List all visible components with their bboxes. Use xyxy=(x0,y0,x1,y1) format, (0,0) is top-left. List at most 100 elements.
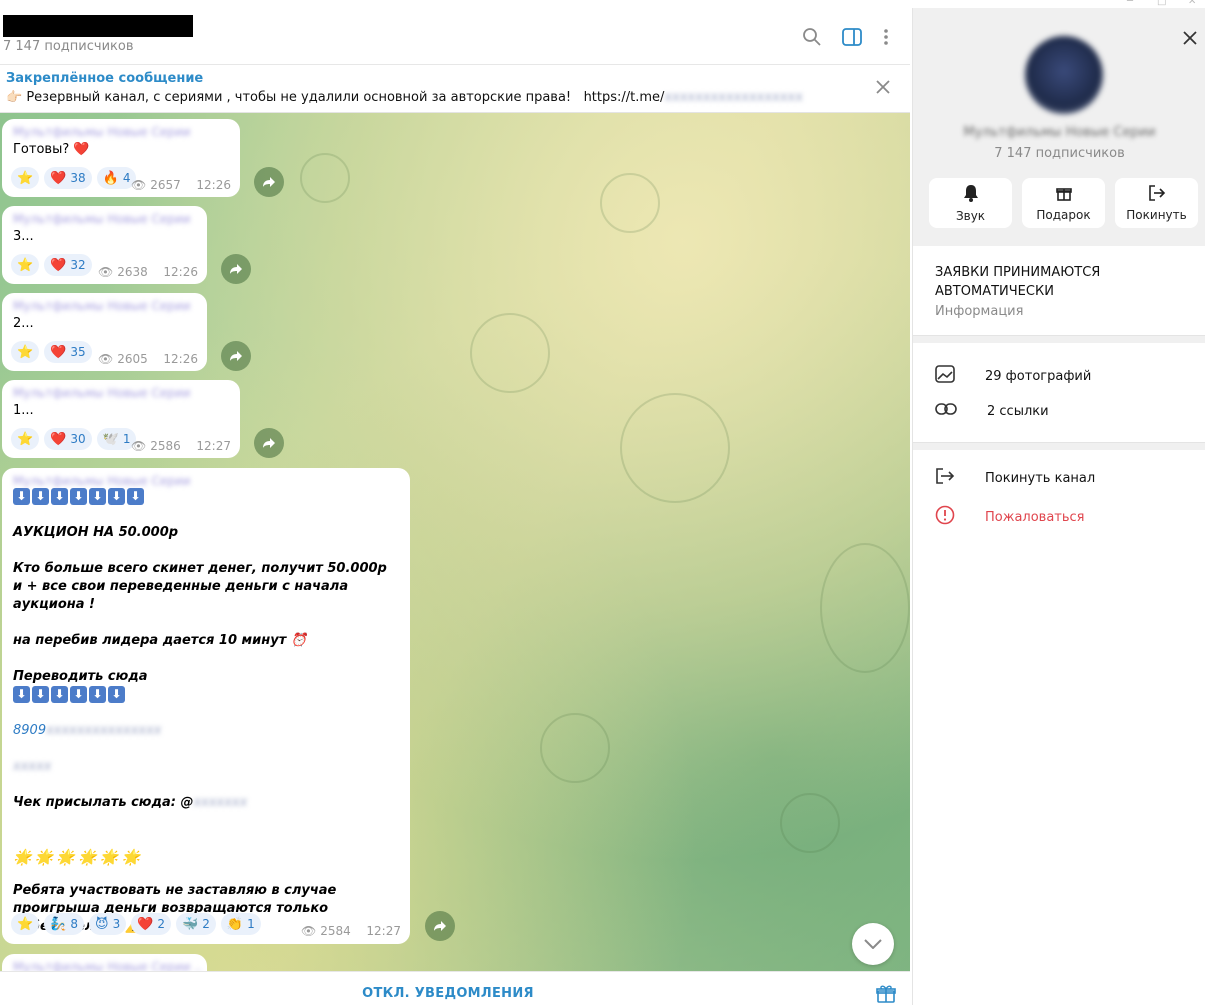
message-meta: 👁 2638 12:26 xyxy=(97,265,198,279)
message-meta: 👁 2657 12:26 xyxy=(130,178,231,192)
reaction-heart[interactable]: ❤️ 38 xyxy=(44,167,92,189)
message-author: Мультфильмы Новые Серии xyxy=(13,386,191,400)
reactions-row: ⭐ ❤️ 32 xyxy=(11,254,92,276)
reactions-row: ⭐ 🧞 8 😈 3 ❤️ 2 🐳 2 👏 1 xyxy=(11,913,261,935)
message-author: Мультфильмы Новые Серии xyxy=(13,125,191,139)
auction-body: ⬇ ⬇ ⬇ ⬇ ⬇ ⬇ ⬇ АУКЦИОН НА 50.000р Кто больше вс… xyxy=(13,488,399,936)
share-icon[interactable] xyxy=(254,428,284,458)
gift-icon[interactable] xyxy=(876,984,896,1005)
maximize-icon[interactable]: □ xyxy=(1157,0,1166,8)
image-icon xyxy=(935,365,955,387)
eye-icon: 👁 xyxy=(130,439,147,453)
chat-background: Мультфильмы Новые Серии Готовы? ❤️ ⭐ ❤️ 3… xyxy=(0,113,910,971)
pointing-hand-icon: 👉🏻 xyxy=(6,90,23,105)
leave-icon xyxy=(1148,184,1166,204)
share-icon[interactable] xyxy=(254,167,284,197)
pinned-link[interactable]: https://t.me/ xyxy=(584,90,665,105)
auction-message-bubble[interactable]: Мультфильмы Новые Серии ⬇ ⬇ ⬇ ⬇ ⬇ ⬇ ⬇ АУКЦИОН … xyxy=(2,468,410,944)
phone-number[interactable]: 8909xxxxxxxxxxxxxxx xyxy=(13,722,399,740)
chat-column: 7 147 подписчиков Закреплённое сообщение… xyxy=(0,8,910,1005)
channel-description: ЗАЯВКИ ПРИНИМАЮТСЯ АВТОМАТИЧЕСКИ xyxy=(935,265,1101,299)
message-meta: 👁 2584 12:27 xyxy=(300,924,401,938)
message-author: Мультфильмы Новые Серии .. xyxy=(13,960,202,971)
reaction-star[interactable]: ⭐ xyxy=(11,341,40,363)
reaction-devil[interactable]: 😈 3 xyxy=(89,913,127,935)
leave-button[interactable]: Покинуть xyxy=(1115,178,1198,228)
down-arrows-row: ⬇ ⬇ ⬇ ⬇ ⬇ ⬇ xyxy=(13,686,399,704)
transfer-label: Переводить сюда xyxy=(13,669,148,684)
share-icon[interactable] xyxy=(425,911,455,941)
message-bubble[interactable]: Мультфильмы Новые Серии .. xyxy=(2,954,207,971)
gift-icon xyxy=(1055,185,1072,204)
stars-row: 🌟 🌟 🌟 🌟 🌟 🌟 xyxy=(13,848,141,866)
reactions-row: ⭐ ❤️ 38 🔥 4 xyxy=(11,167,137,189)
more-menu-icon[interactable] xyxy=(875,26,897,48)
minimize-icon[interactable]: ─ xyxy=(1127,0,1133,8)
message-author: Мультфильмы Новые Серии xyxy=(13,474,191,488)
warning-icon xyxy=(935,505,955,529)
share-icon[interactable] xyxy=(221,341,251,371)
pinned-message-bar[interactable]: Закреплённое сообщение 👉🏻 Резервный кана… xyxy=(0,65,910,113)
check-line: Чек присылать сюда: @xxxxxxx xyxy=(13,795,248,810)
down-arrows-row: ⬇ ⬇ ⬇ ⬇ ⬇ ⬇ ⬇ xyxy=(13,488,399,506)
message-text: 1... xyxy=(13,403,34,418)
leave-channel-row[interactable]: Покинуть канал xyxy=(935,468,1095,488)
reaction-whale[interactable]: 🐳 2 xyxy=(176,913,216,935)
eye-icon: 👁 xyxy=(130,178,147,192)
leave-icon xyxy=(935,468,955,488)
panel-header: Мультфильмы Новые Серии 7 147 подписчико… xyxy=(913,8,1205,246)
eye-icon: 👁 xyxy=(97,352,114,366)
message-text: Готовы? ❤️ xyxy=(13,142,90,157)
message-bubble[interactable]: Мультфильмы Новые Серии 2... ⭐ ❤️ 35 👁 26… xyxy=(2,293,207,371)
reaction-genie[interactable]: 🧞 8 xyxy=(44,913,85,935)
gift-button[interactable]: Подарок xyxy=(1022,178,1105,228)
message-bubble[interactable]: Мультфильмы Новые Серии 3... ⭐ ❤️ 32 👁 26… xyxy=(2,206,207,284)
auction-timer: на перебив лидера дается 10 минут ⏰ xyxy=(13,633,307,648)
reaction-star[interactable]: ⭐ xyxy=(11,167,40,189)
chat-header: 7 147 подписчиков xyxy=(0,8,910,65)
message-bubble[interactable]: Мультфильмы Новые Серии Готовы? ❤️ ⭐ ❤️ 3… xyxy=(2,119,240,197)
mute-notifications-button[interactable]: ОТКЛ. УВЕДОМЛЕНИЯ xyxy=(0,986,896,1001)
reaction-star[interactable]: ⭐ xyxy=(11,913,40,935)
reaction-heart[interactable]: ❤️ 2 xyxy=(131,913,172,935)
pinned-body: Резервный канал, с сериями , чтобы не уд… xyxy=(26,90,572,105)
close-window-icon[interactable]: ✕ xyxy=(1188,0,1196,8)
redacted-channel-title xyxy=(3,15,193,37)
message-text: 2... xyxy=(13,316,34,331)
pinned-text: 👉🏻 Резервный канал, с сериями , чтобы не… xyxy=(6,90,803,105)
scroll-down-button[interactable] xyxy=(852,923,894,965)
close-icon[interactable] xyxy=(1182,30,1198,50)
report-row[interactable]: Пожаловаться xyxy=(935,505,1085,529)
avatar xyxy=(1025,36,1103,114)
close-pinned-icon[interactable] xyxy=(876,80,894,98)
photos-row[interactable]: 29 фотографий xyxy=(935,365,1091,387)
message-text: 3... xyxy=(13,229,34,244)
reaction-heart[interactable]: ❤️ 35 xyxy=(44,341,92,363)
message-author: Мультфильмы Новые Серии xyxy=(13,299,191,313)
panel-subscriber-count: 7 147 подписчиков xyxy=(994,146,1125,161)
reaction-clap[interactable]: 👏 1 xyxy=(220,913,261,935)
bell-icon xyxy=(963,184,979,205)
bottom-bar: ОТКЛ. УВЕДОМЛЕНИЯ xyxy=(0,971,910,1005)
reactions-row: ⭐ ❤️ 35 xyxy=(11,341,92,363)
sound-button[interactable]: Звук xyxy=(929,178,1012,228)
reaction-heart[interactable]: ❤️ 30 xyxy=(44,428,92,450)
sidebar-toggle-icon[interactable] xyxy=(841,26,863,48)
pinned-link-redacted: xxxxxxxxxxxxxxxxxx xyxy=(664,90,803,105)
reaction-heart[interactable]: ❤️ 32 xyxy=(44,254,92,276)
divider xyxy=(913,335,1205,343)
share-icon[interactable] xyxy=(221,254,251,284)
reaction-star[interactable]: ⭐ xyxy=(11,254,40,276)
eye-icon: 👁 xyxy=(300,924,317,938)
eye-icon: 👁 xyxy=(97,265,114,279)
auction-headline: АУКЦИОН НА 50.000р xyxy=(13,525,179,540)
channel-info-panel: Мультфильмы Новые Серии 7 147 подписчико… xyxy=(912,8,1205,1005)
links-row[interactable]: 2 ссылки xyxy=(935,403,1049,419)
reaction-star[interactable]: ⭐ xyxy=(11,428,40,450)
window-titlebar: ─ □ ✕ xyxy=(0,0,1205,8)
link-icon xyxy=(935,403,957,419)
description-label: Информация xyxy=(935,304,1024,319)
search-icon[interactable] xyxy=(801,26,823,48)
message-author: Мультфильмы Новые Серии xyxy=(13,212,191,226)
message-bubble[interactable]: Мультфильмы Новые Серии 1... ⭐ ❤️ 30 🕊️ 1 … xyxy=(2,380,240,458)
